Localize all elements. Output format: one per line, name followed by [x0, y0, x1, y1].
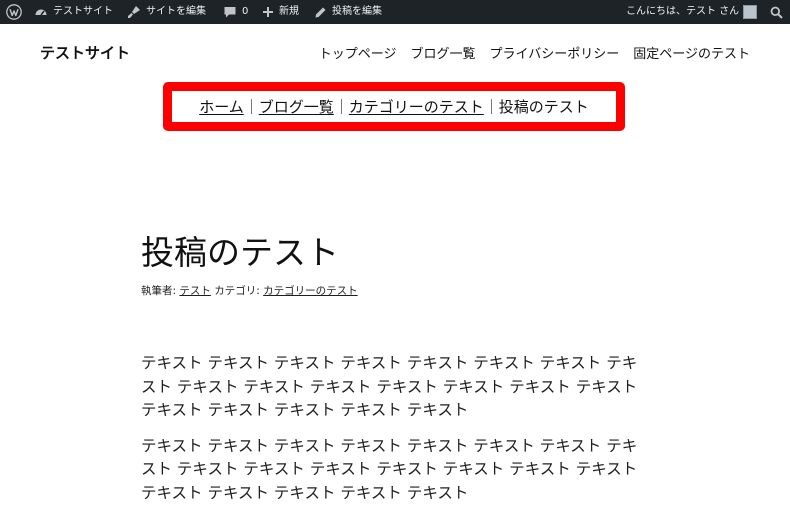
- breadcrumb-category[interactable]: カテゴリーのテスト: [349, 96, 484, 117]
- author-label: 執筆者:: [141, 285, 177, 297]
- post-paragraph: テキスト テキスト テキスト テキスト テキスト テキスト テキスト テキスト …: [141, 354, 638, 419]
- admin-bar-site-name: テストサイト: [53, 6, 113, 17]
- admin-bar-comments-count: 0: [242, 6, 249, 17]
- breadcrumb-home[interactable]: ホーム: [199, 96, 244, 117]
- nav-item-privacy-policy[interactable]: プライバシーポリシー: [490, 43, 620, 62]
- breadcrumb-separator: [490, 99, 492, 114]
- nav-item-top-page[interactable]: トップページ: [319, 43, 397, 62]
- search-icon: [770, 6, 783, 19]
- avatar: [743, 5, 758, 19]
- admin-bar-greeting: こんにちは、テスト さん: [626, 6, 740, 17]
- pencil-icon: [314, 6, 327, 19]
- author-link[interactable]: テスト: [179, 285, 211, 297]
- site-title[interactable]: テストサイト: [40, 42, 130, 63]
- post-title: 投稿のテスト: [141, 233, 339, 272]
- admin-bar-new-label: 新規: [279, 6, 299, 17]
- admin-bar-edit-post-label: 投稿を編集: [332, 6, 382, 17]
- plus-icon: [262, 6, 274, 18]
- category-link[interactable]: カテゴリーのテスト: [263, 285, 358, 297]
- admin-bar-search[interactable]: [770, 0, 783, 24]
- wordpress-logo-icon[interactable]: [6, 0, 22, 24]
- primary-navigation: トップページ ブログ一覧 プライバシーポリシー 固定ページのテスト: [319, 43, 750, 62]
- admin-bar-comments[interactable]: 0: [223, 0, 248, 24]
- admin-bar-new[interactable]: 新規: [262, 0, 299, 24]
- breadcrumb-separator: [250, 99, 252, 114]
- admin-bar-account[interactable]: こんにちは、テスト さん: [626, 0, 758, 24]
- admin-bar-edit-post[interactable]: 投稿を編集: [314, 0, 382, 24]
- admin-bar-customize-label: サイトを編集: [146, 6, 206, 17]
- admin-bar-site-menu[interactable]: テストサイト: [34, 0, 113, 24]
- breadcrumb-separator: [340, 99, 342, 114]
- category-label: カテゴリ:: [214, 285, 260, 297]
- breadcrumb: ホーム ブログ一覧 カテゴリーのテスト 投稿のテスト: [163, 82, 625, 131]
- nav-item-fixed-page-test[interactable]: 固定ページのテスト: [633, 43, 750, 62]
- breadcrumb-blog-list[interactable]: ブログ一覧: [259, 96, 334, 117]
- post-meta: 執筆者: テスト カテゴリ: カテゴリーのテスト: [141, 283, 358, 298]
- comment-icon: [223, 5, 237, 19]
- dashboard-icon: [34, 5, 48, 19]
- nav-item-blog-list[interactable]: ブログ一覧: [410, 43, 475, 62]
- brush-icon: [127, 5, 141, 19]
- admin-bar-customize[interactable]: サイトを編集: [127, 0, 206, 24]
- breadcrumb-current: 投稿のテスト: [498, 98, 589, 116]
- admin-bar: テストサイト サイトを編集 0 新規 投稿を編集 こんにちは、テスト さん: [0, 0, 790, 24]
- post-paragraph: テキスト テキスト テキスト テキスト テキスト テキスト テキスト テキスト …: [141, 436, 638, 502]
- post-content: テキスト テキスト テキスト テキスト テキスト テキスト テキスト テキスト …: [141, 352, 651, 517]
